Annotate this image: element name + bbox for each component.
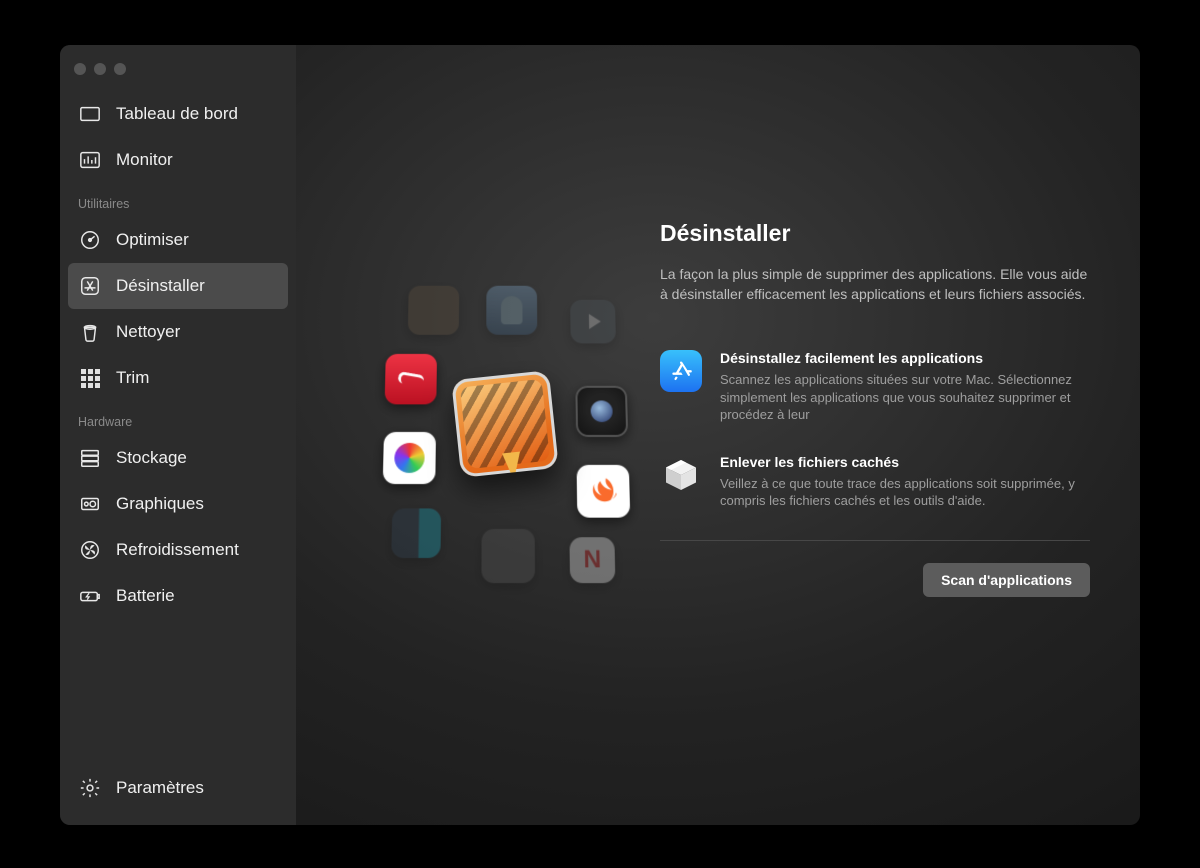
app-window: Tableau de bord Monitor Utilitaires Opti… — [60, 45, 1140, 825]
sidebar-item-monitor[interactable]: Monitor — [60, 137, 296, 183]
sidebar-item-graphics[interactable]: Graphiques — [60, 481, 296, 527]
feature-title: Enlever les fichiers cachés — [720, 454, 1090, 470]
sidebar-item-storage[interactable]: Stockage — [60, 435, 296, 481]
close-window-icon[interactable] — [74, 63, 86, 75]
dashboard-icon — [78, 102, 102, 126]
feature-item: Enlever les fichiers cachés Veillez à ce… — [660, 454, 1090, 510]
sidebar-item-label: Trim — [116, 368, 149, 388]
sidebar-item-label: Tableau de bord — [116, 104, 238, 124]
sidebar-item-settings[interactable]: Paramètres — [60, 765, 296, 811]
sidebar-item-dashboard[interactable]: Tableau de bord — [60, 91, 296, 137]
content-panel: Désinstaller La façon la plus simple de … — [660, 220, 1090, 597]
sidebar: Tableau de bord Monitor Utilitaires Opti… — [60, 45, 296, 825]
package-icon — [660, 454, 702, 496]
page-title: Désinstaller — [660, 220, 1090, 247]
main-content: N Désinstaller La façon la plus simple d… — [296, 45, 1140, 825]
sidebar-item-label: Batterie — [116, 586, 175, 606]
divider — [660, 540, 1090, 541]
sidebar-item-label: Optimiser — [116, 230, 189, 250]
sidebar-item-uninstall[interactable]: Désinstaller — [68, 263, 288, 309]
sidebar-item-trim[interactable]: Trim — [60, 355, 296, 401]
section-header-hardware: Hardware — [60, 401, 296, 435]
sidebar-item-label: Nettoyer — [116, 322, 180, 342]
window-traffic-lights — [60, 53, 296, 91]
grid-icon — [78, 366, 102, 390]
fullscreen-window-icon[interactable] — [114, 63, 126, 75]
section-header-utilities: Utilitaires — [60, 183, 296, 217]
battery-icon — [78, 584, 102, 608]
scan-applications-button[interactable]: Scan d'applications — [923, 563, 1090, 597]
gauge-icon — [78, 228, 102, 252]
sidebar-item-clean[interactable]: Nettoyer — [60, 309, 296, 355]
appstore-icon — [78, 274, 102, 298]
sidebar-item-battery[interactable]: Batterie — [60, 573, 296, 619]
gear-icon — [78, 776, 102, 800]
app-collage-illustration: N — [336, 280, 666, 580]
sidebar-item-label: Refroidissement — [116, 540, 239, 560]
sidebar-item-label: Monitor — [116, 150, 173, 170]
feature-body: Scannez les applications situées sur vot… — [720, 371, 1090, 424]
monitor-icon — [78, 148, 102, 172]
sidebar-item-label: Désinstaller — [116, 276, 205, 296]
sidebar-item-optimize[interactable]: Optimiser — [60, 217, 296, 263]
fan-icon — [78, 538, 102, 562]
sidebar-item-label: Graphiques — [116, 494, 204, 514]
sidebar-item-cooling[interactable]: Refroidissement — [60, 527, 296, 573]
sidebar-item-label: Paramètres — [116, 778, 204, 798]
gpu-icon — [78, 492, 102, 516]
feature-item: Désinstallez facilement les applications… — [660, 350, 1090, 424]
trash-icon — [78, 320, 102, 344]
feature-body: Veillez à ce que toute trace des applica… — [720, 475, 1090, 510]
sidebar-item-label: Stockage — [116, 448, 187, 468]
feature-title: Désinstallez facilement les applications — [720, 350, 1090, 366]
minimize-window-icon[interactable] — [94, 63, 106, 75]
storage-icon — [78, 446, 102, 470]
appstore-icon — [660, 350, 702, 392]
page-description: La façon la plus simple de supprimer des… — [660, 265, 1090, 304]
featured-app-icon — [451, 370, 559, 478]
